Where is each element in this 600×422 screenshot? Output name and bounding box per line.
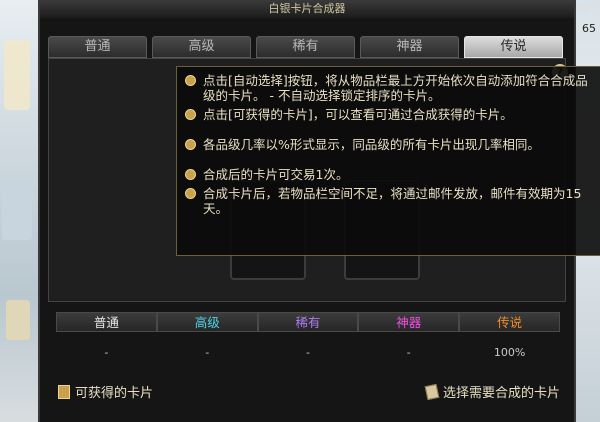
tab-rare[interactable]: 稀有 [256, 36, 355, 58]
rate-header-cell: 高级 [156, 312, 258, 332]
card-icon [424, 383, 440, 401]
rate-value: - [205, 346, 210, 359]
bullet-icon [185, 139, 196, 150]
card-synthesizer-window: 白银卡片合成器 × 65 普通 高级 稀有 神器 传说 ? 点击[自动选择]按钮… [38, 0, 600, 422]
tooltip-text: 各品级几率以%形式显示，同品级的所有卡片出现几率相同。 [203, 137, 540, 152]
tab-legendary[interactable]: 传说 [464, 36, 563, 58]
rate-header-cell: 传说 [459, 312, 560, 332]
rate-value: - [306, 346, 310, 359]
bullet-icon [185, 188, 196, 199]
select-cards-button[interactable]: 选择需要合成的卡片 [424, 382, 560, 401]
bullet-icon [185, 109, 196, 120]
rate-header-cell: 神器 [358, 312, 460, 332]
grade-tabs: 普通 高级 稀有 神器 传说 [48, 36, 566, 58]
tooltip-item: 点击[可获得的卡片]，可以查看可通过合成获得的卡片。 [185, 107, 593, 122]
tab-artifact[interactable]: 神器 [360, 36, 459, 58]
obtainable-cards-button[interactable]: 可获得的卡片 [58, 382, 153, 401]
rate-table-row: - - - - 100% [56, 346, 560, 372]
background-decoration [4, 40, 30, 110]
rate-value: - [406, 346, 411, 359]
tooltip-text: 合成后的卡片可交易1次。 [203, 167, 349, 182]
tooltip-text: 合成卡片后，若物品栏空间不足，将通过邮件发放，邮件有效期为15天。 [203, 186, 582, 216]
tooltip-text: 点击[可获得的卡片]，可以查看可通过合成获得的卡片。 [203, 107, 513, 122]
tooltip-item: 合成后的卡片可交易1次。 [185, 167, 593, 182]
rate-value: - [104, 346, 109, 359]
obtainable-cards-label: 可获得的卡片 [75, 386, 154, 401]
window-title[interactable]: 白银卡片合成器 [40, 0, 574, 18]
background-decoration [6, 300, 30, 340]
rate-value: 100% [493, 346, 526, 359]
select-cards-label: 选择需要合成的卡片 [442, 386, 560, 401]
book-icon [58, 385, 70, 399]
help-tooltip: 点击[自动选择]按钮，将从物品栏最上方开始依次自动添加符合合成品级的卡片。 - … [176, 66, 600, 256]
rate-header-cell: 普通 [56, 312, 157, 332]
background-scene-left [0, 0, 38, 422]
tooltip-item: 合成卡片后，若物品栏空间不足，将通过邮件发放，邮件有效期为15天。 [185, 186, 593, 216]
grade-rate-table: 普通 高级 稀有 神器 传说 - - - - 100% [56, 312, 560, 372]
side-label: 65 [582, 22, 596, 35]
rate-table-header: 普通 高级 稀有 神器 传说 [56, 312, 560, 332]
rate-header-cell: 稀有 [257, 312, 359, 332]
tooltip-text: 点击[自动选择]按钮，将从物品栏最上方开始依次自动添加符合合成品级的卡片。 - … [203, 73, 588, 103]
bullet-icon [185, 169, 196, 180]
tooltip-item: 各品级几率以%形式显示，同品级的所有卡片出现几率相同。 [185, 137, 593, 152]
tab-advanced[interactable]: 高级 [152, 36, 251, 58]
tooltip-item: 点击[自动选择]按钮，将从物品栏最上方开始依次自动添加符合合成品级的卡片。 - … [185, 73, 593, 103]
tab-normal[interactable]: 普通 [48, 36, 147, 58]
close-icon[interactable]: × [576, 0, 590, 18]
background-decoration [2, 180, 32, 240]
bullet-icon [185, 75, 196, 86]
